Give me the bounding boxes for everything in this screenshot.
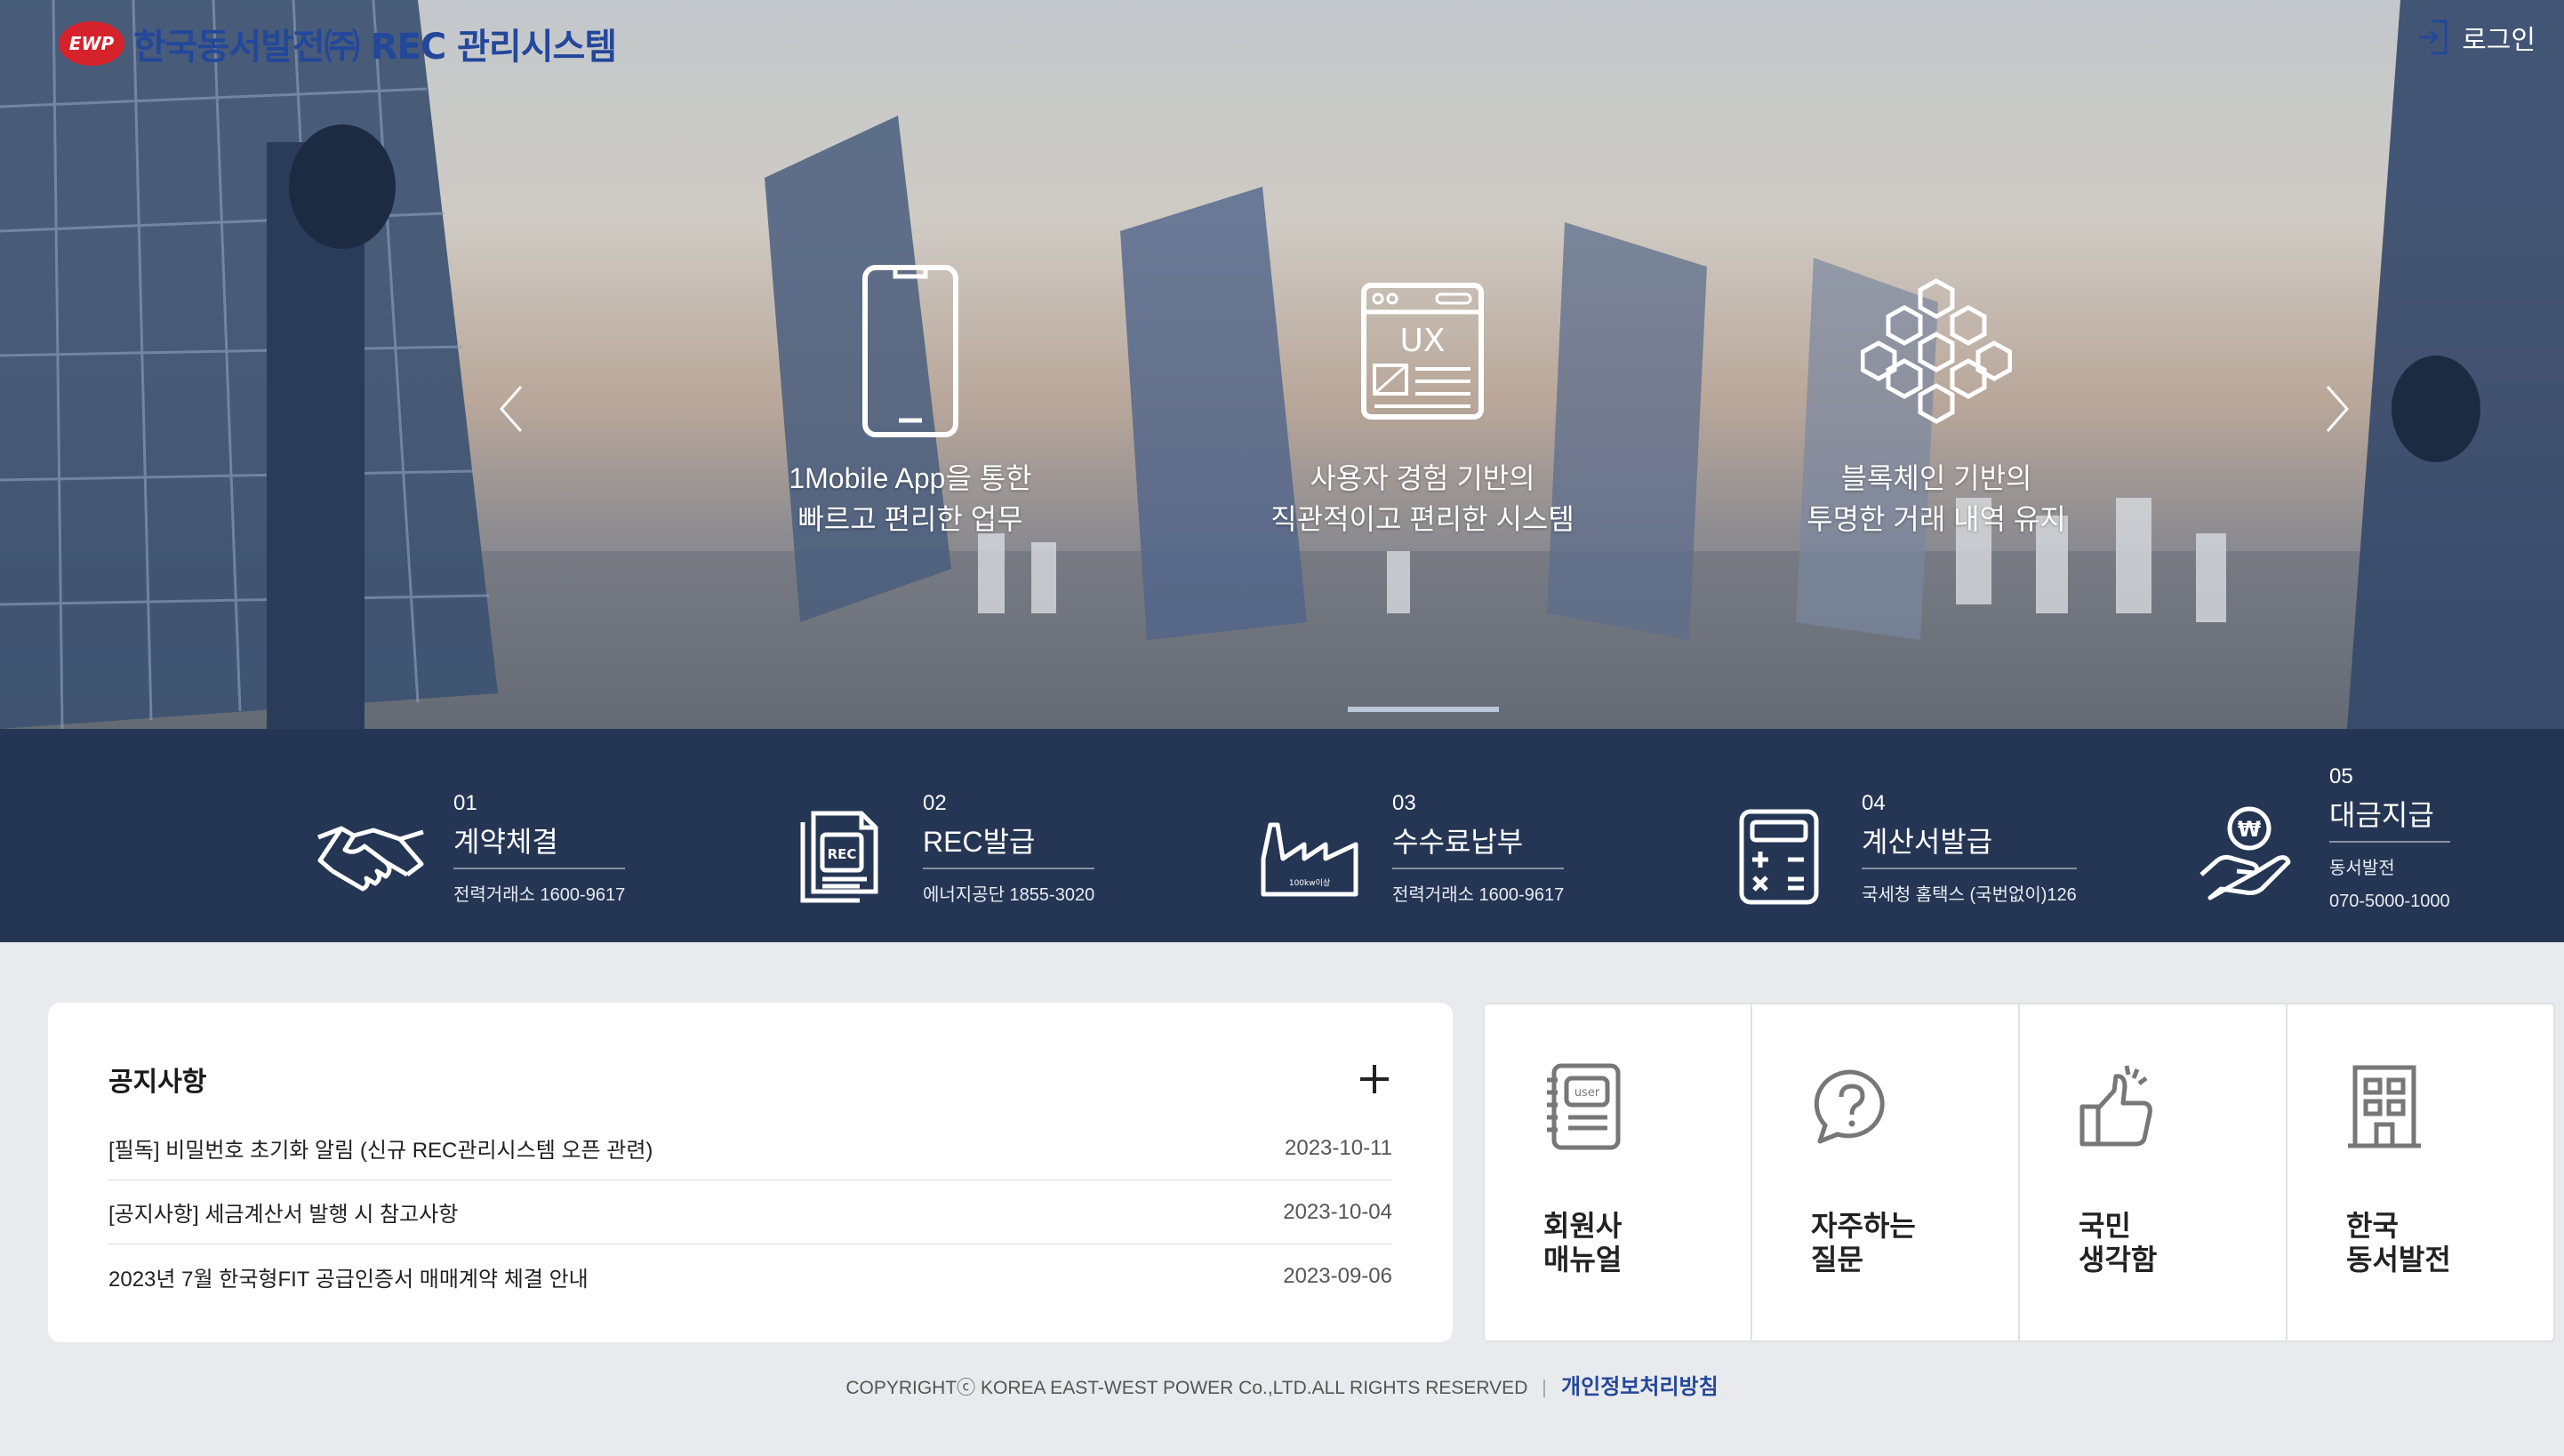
service-number: 04 (1862, 791, 1886, 815)
hero-feature-blockchain: 블록체인 기반의 투명한 거래 내역 유지 (1714, 262, 2159, 540)
service-name: 계산서발급 (1862, 820, 2077, 869)
feature-line1: 블록체인 기반의 (1840, 462, 2032, 494)
service-number: 01 (453, 791, 477, 815)
thumbs-up-icon (2079, 1065, 2152, 1147)
quick-people-idea[interactable]: 국민 생각함 (2020, 1004, 2288, 1340)
login-button[interactable]: 로그인 (2416, 18, 2536, 57)
smartphone-icon (862, 265, 958, 437)
service-name: 대금지급 (2329, 793, 2450, 843)
factory-icon-text: 100kw이상 (1289, 878, 1330, 888)
ewp-logo-mark: EWP (59, 21, 124, 66)
quick-label: 한국 동서발전 (2346, 1209, 2451, 1276)
service-number: 05 (2329, 764, 2353, 788)
login-label: 로그인 (2462, 25, 2536, 56)
service-phone: 070-5000-1000 (2329, 892, 2450, 911)
logo-text: 한국동서발전㈜ REC 관리시스템 (133, 27, 617, 68)
service-step-invoice[interactable]: 04 계산서발급 국세청 홈택스 (국번없이)126 (1721, 791, 2077, 906)
slide-next-arrow-icon[interactable] (2319, 382, 2354, 436)
site-logo[interactable]: EWP 한국동서발전㈜ REC 관리시스템 (59, 18, 617, 69)
feature-line2: 직관적이고 편리한 시스템 (1270, 503, 1574, 535)
rec-icon-text: REC (828, 846, 857, 862)
service-name: REC발급 (923, 820, 1095, 869)
privacy-policy-link[interactable]: 개인정보처리방침 (1561, 1375, 1719, 1399)
notice-item-title: [공지사항] 세금계산서 발행 시 참고사항 (108, 1203, 459, 1227)
feature-line2: 빠르고 편리한 업무 (797, 503, 1023, 535)
notice-item[interactable]: 2023년 7월 한국형FIT 공급인증서 매매계약 체결 안내 2023-09… (108, 1244, 1392, 1308)
service-contact: 에너지공단 1855-3020 (923, 885, 1095, 905)
service-contact: 전력거래소 1600-9617 (1392, 885, 1565, 905)
hero-banner: EWP 한국동서발전㈜ REC 관리시스템 로그인 1Mobile App을 통… (0, 0, 2564, 729)
service-contact: 전력거래소 1600-9617 (453, 885, 626, 905)
hero-feature-ux: UX 사용자 경험 기반의 직관적이고 편리한 시스템 (1200, 262, 1645, 540)
ux-icon-text: UX (1399, 323, 1445, 359)
copyright-text: COPYRIGHTⓒ KOREA EAST-WEST POWER Co.,LTD… (845, 1378, 1528, 1398)
won-icon-text: ₩ (2238, 817, 2262, 842)
service-name: 수수료납부 (1392, 820, 1565, 869)
handshake-icon (317, 826, 424, 892)
service-name: 계약체결 (453, 820, 626, 869)
user-icon-text: user (1574, 1086, 1600, 1100)
notice-item-date: 2023-10-11 (1285, 1135, 1392, 1160)
factory-icon: 100kw이상 (1261, 822, 1358, 897)
login-icon (2419, 20, 2448, 55)
slide-pager-indicator[interactable] (1348, 707, 1499, 712)
slide-prev-arrow-icon[interactable] (494, 382, 530, 436)
quick-member-manual[interactable]: user 회원사 매뉴얼 (1485, 1004, 1752, 1340)
footer: COPYRIGHTⓒ KOREA EAST-WEST POWER Co.,LTD… (0, 1369, 2564, 1400)
quick-menu: user 회원사 매뉴얼 자주하는 질문 국민 생각함 한국 동서발전 (1483, 1003, 2555, 1342)
question-bubble-icon (1814, 1069, 1885, 1144)
notice-list: [필독] 비밀번호 초기화 알림 (신규 REC관리시스템 오픈 관련) 202… (108, 1116, 1392, 1308)
building-icon (2348, 1065, 2421, 1148)
service-step-fee-payment[interactable]: 100kw이상 03 수수료납부 전력거래소 1600-9617 (1252, 791, 1565, 906)
user-manual-icon: user (1547, 1063, 1621, 1150)
service-step-rec-issue[interactable]: REC 02 REC발급 에너지공단 1855-3020 (782, 791, 1095, 906)
won-hand-icon: ₩ (2199, 806, 2291, 900)
hero-feature-mobile: 1Mobile App을 통한 빠르고 편리한 업무 (688, 262, 1133, 540)
quick-label: 국민 생각함 (2079, 1209, 2158, 1276)
notice-item[interactable]: [공지사항] 세금계산서 발행 시 참고사항 2023-10-04 (108, 1180, 1392, 1244)
quick-label: 회원사 매뉴얼 (1543, 1209, 1623, 1276)
feature-line1: 1Mobile App을 통한 (789, 462, 1032, 494)
quick-label: 자주하는 질문 (1811, 1209, 1916, 1276)
notice-item-date: 2023-10-04 (1283, 1199, 1392, 1224)
service-steps-band: 01 계약체결 전력거래소 1600-9617 REC 02 REC발급 에너지… (0, 729, 2564, 942)
service-step-contract[interactable]: 01 계약체결 전력거래소 1600-9617 (313, 791, 626, 906)
rec-document-icon: REC (800, 811, 878, 903)
ux-window-icon: UX (1361, 283, 1484, 420)
service-contact: 국세청 홈택스 (국번없이)126 (1862, 885, 2077, 905)
notice-board: 공지사항 [필독] 비밀번호 초기화 알림 (신규 REC관리시스템 오픈 관련… (48, 1003, 1453, 1342)
notice-item-title: [필독] 비밀번호 초기화 알림 (신규 REC관리시스템 오픈 관련) (108, 1139, 653, 1163)
notice-item-date: 2023-09-06 (1283, 1264, 1392, 1288)
service-contact: 동서발전 (2329, 859, 2395, 878)
feature-line2: 투명한 거래 내역 유지 (1807, 503, 2066, 535)
calculator-icon (1739, 809, 1819, 905)
blockchain-cubes-icon (1861, 278, 2012, 424)
notice-item[interactable]: [필독] 비밀번호 초기화 알림 (신규 REC관리시스템 오픈 관련) 202… (108, 1116, 1392, 1180)
service-number: 02 (923, 791, 947, 815)
footer-divider (1543, 1380, 1546, 1398)
notice-item-title: 2023년 7월 한국형FIT 공급인증서 매매계약 체결 안내 (108, 1267, 589, 1292)
more-plus-icon[interactable] (1357, 1061, 1392, 1097)
service-step-payment[interactable]: ₩ 05 대금지급 동서발전 070-5000-1000 (2189, 764, 2450, 912)
service-number: 03 (1392, 791, 1416, 815)
feature-line1: 사용자 경험 기반의 (1310, 462, 1535, 494)
notice-title: 공지사항 (108, 1067, 207, 1098)
quick-ewp-home[interactable]: 한국 동서발전 (2288, 1004, 2553, 1340)
quick-faq[interactable]: 자주하는 질문 (1752, 1004, 2020, 1340)
